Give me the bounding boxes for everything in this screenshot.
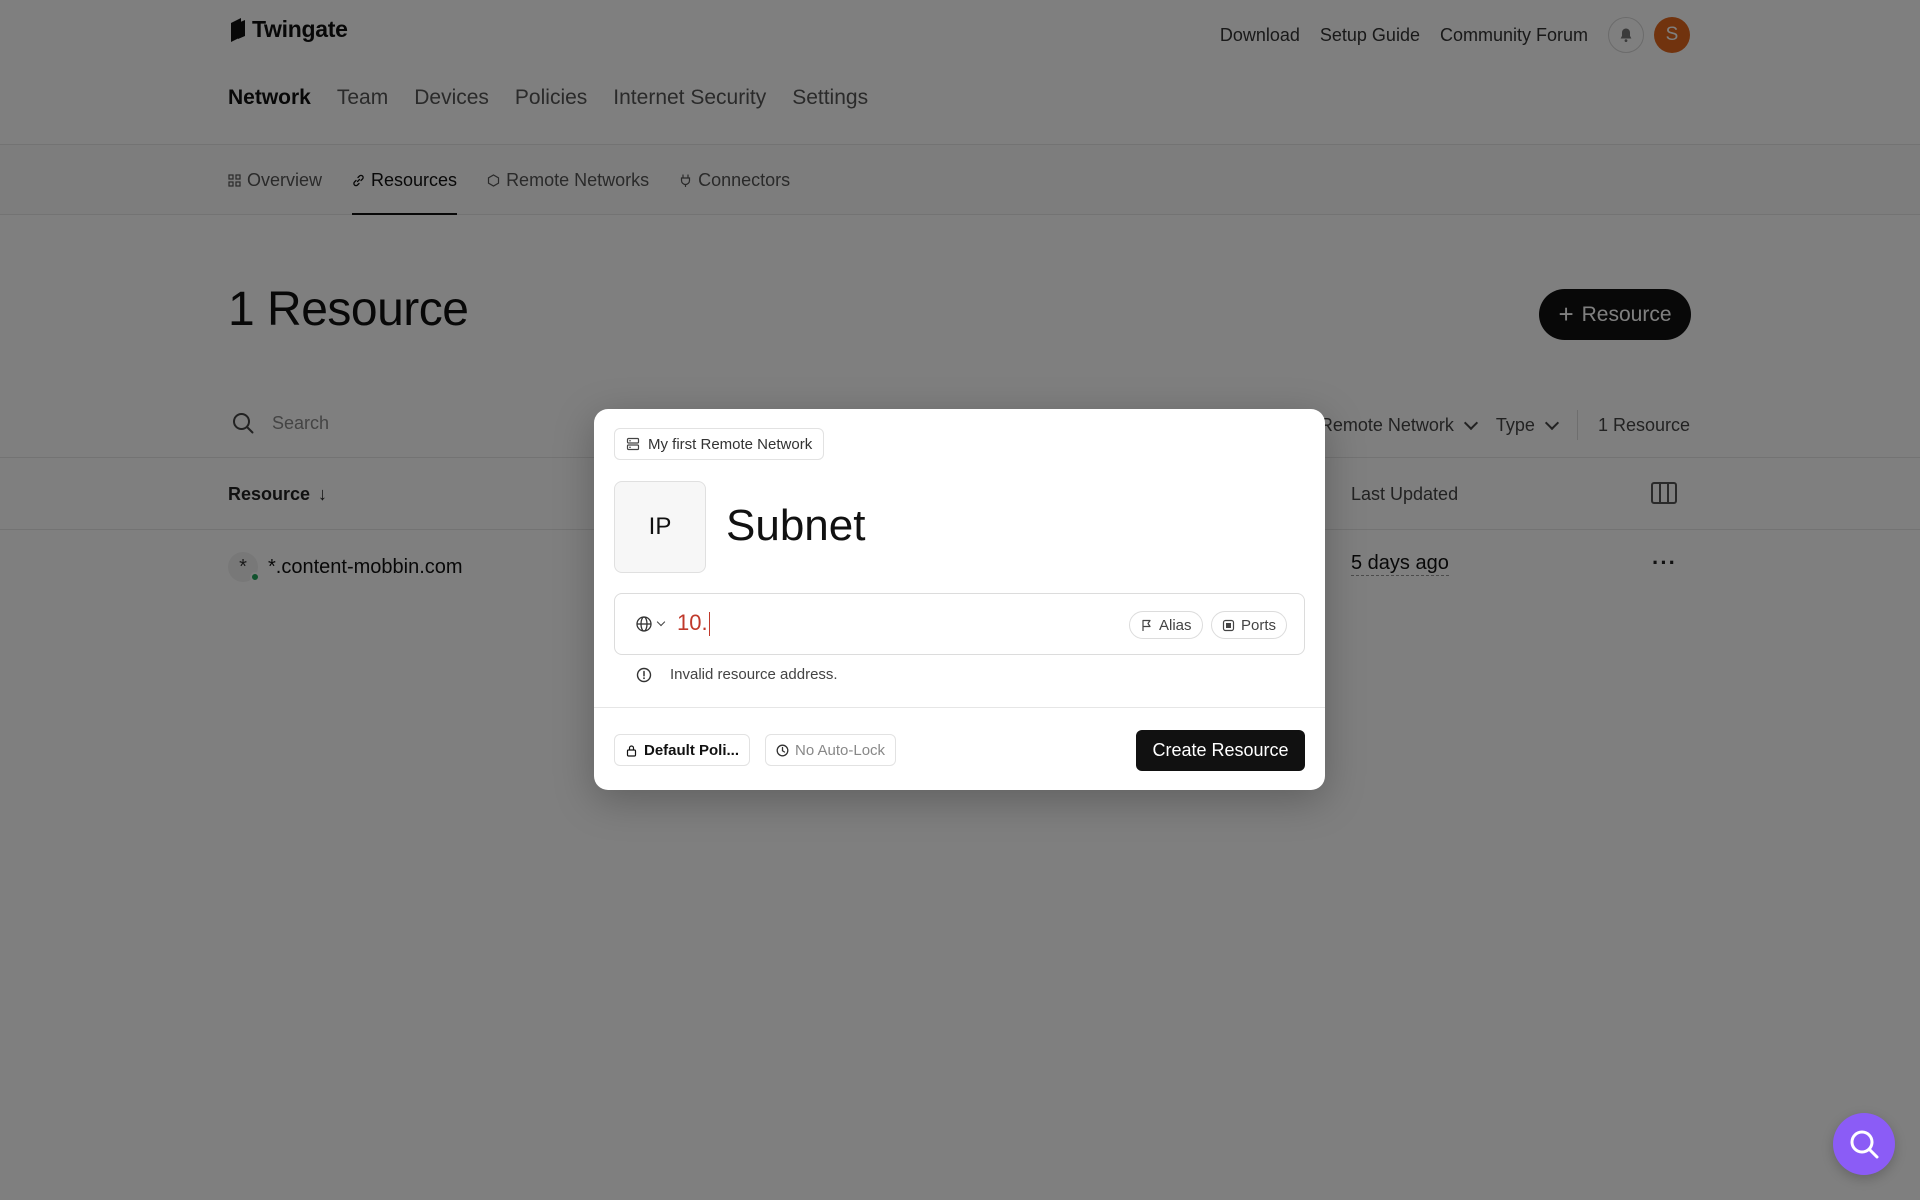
tag-icon [1142,619,1151,631]
globe-icon [636,616,652,632]
address-error: Invalid resource address. [636,666,838,683]
chevron-down-icon [656,617,666,627]
alert-circle-icon [636,667,652,682]
ports-button[interactable]: Ports [1211,611,1288,639]
text-cursor [708,612,710,637]
address-error-text: Invalid resource address. [670,666,838,683]
alias-label: Alias [1159,616,1192,634]
auto-lock-selector[interactable]: No Auto-Lock [765,734,897,766]
address-field[interactable]: 10. Alias Ports [614,593,1305,655]
resource-type-tile[interactable]: IP [614,481,706,573]
address-type-dropdown[interactable] [635,615,666,633]
ports-icon [1222,619,1235,631]
clock-icon [776,744,789,756]
remote-network-selector[interactable]: My first Remote Network [614,428,825,460]
policy-label: Default Poli... [644,741,740,759]
remote-network-label: My first Remote Network [648,435,813,453]
policy-selector[interactable]: Default Poli... [614,734,751,766]
address-value: 10. [677,610,708,635]
address-input[interactable]: 10. [677,610,710,637]
chat-launcher-button[interactable] [1833,1113,1895,1175]
ports-label: Ports [1241,616,1277,634]
lock-icon [626,744,637,757]
search-chat-icon [1850,1130,1879,1159]
modal-divider [594,707,1325,708]
auto-lock-label: No Auto-Lock [795,741,886,759]
modal-title: Subnet [726,501,866,550]
server-icon [626,437,640,451]
create-resource-modal: My first Remote Network IP Subnet 10. Al… [594,409,1325,790]
create-resource-button[interactable]: Create Resource [1136,730,1305,771]
alias-button[interactable]: Alias [1129,611,1203,639]
